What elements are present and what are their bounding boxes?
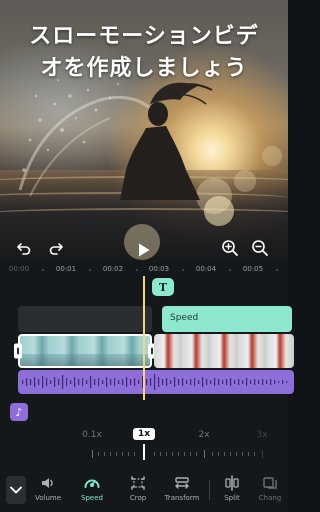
slider-tick <box>104 452 105 456</box>
headline-line-2: オを作成しましょう <box>40 56 248 81</box>
speed-slider-thumb[interactable] <box>143 444 145 460</box>
speed-option[interactable]: 3x <box>256 430 267 440</box>
undo-icon[interactable] <box>14 238 34 258</box>
ruler-tick: 00:01 <box>55 265 77 273</box>
slider-tick <box>190 452 191 456</box>
transform-icon <box>160 474 204 492</box>
speed-option[interactable]: 0.1x <box>82 430 102 440</box>
ruler-dot <box>182 269 184 271</box>
chevron-down-icon[interactable] <box>6 476 26 504</box>
slider-tick <box>110 452 111 456</box>
timeline-tracks[interactable]: T Speed ♪ <box>0 276 294 426</box>
ruler-dot <box>276 269 278 271</box>
speed-clip-label: Speed <box>170 313 199 323</box>
redo-icon[interactable] <box>46 238 66 258</box>
zoom-in-icon[interactable] <box>220 238 240 258</box>
slider-tick <box>212 452 213 456</box>
slider-tick <box>92 450 93 458</box>
slider-tick <box>116 452 117 456</box>
trim-handle-left[interactable] <box>14 343 22 359</box>
tool-split[interactable]: Split <box>210 474 254 502</box>
ruler-tick: 00:02 <box>102 265 124 273</box>
play-icon[interactable] <box>134 240 154 260</box>
timeline-ruler[interactable]: 00:00 00:01 00:02 00:03 00:04 00:05 <box>0 262 288 276</box>
slider-tick <box>248 452 249 456</box>
split-icon <box>210 474 254 492</box>
speed-slider[interactable]: 0.1x 1x 2x 3x <box>0 426 288 468</box>
clip-frames-shade <box>20 354 150 366</box>
playhead[interactable] <box>143 276 145 400</box>
slider-tick <box>160 452 161 456</box>
slider-tick <box>98 452 99 456</box>
change-icon <box>252 474 288 492</box>
slider-tick <box>178 452 179 456</box>
ruler-dot <box>136 269 138 271</box>
tool-label: Volume <box>34 494 62 502</box>
audio-track[interactable] <box>18 370 294 394</box>
ruler-dot <box>229 269 231 271</box>
ruler-dot <box>42 269 44 271</box>
tool-crop[interactable]: Crop <box>116 474 160 502</box>
slider-tick <box>154 452 155 456</box>
slider-tick <box>172 452 173 456</box>
audio-waveform <box>22 374 288 390</box>
ruler-tick: 00:04 <box>195 265 217 273</box>
speed-clip[interactable]: Speed <box>162 306 292 332</box>
headline-line-1: スローモーションビデ <box>29 24 259 49</box>
tool-volume[interactable]: Volume <box>26 474 70 502</box>
slider-tick <box>166 452 167 456</box>
tool-label: Chang <box>258 494 282 502</box>
speed-option[interactable]: 2x <box>198 430 209 440</box>
tool-transform[interactable]: Transform <box>160 474 204 502</box>
zoom-out-icon[interactable] <box>250 238 270 258</box>
tool-label: Split <box>224 494 240 502</box>
slider-tick <box>204 450 205 458</box>
speedometer-icon <box>70 474 114 492</box>
speed-selected-badge[interactable]: 1x <box>132 428 156 440</box>
empty-lane <box>18 306 152 332</box>
ruler-dot <box>89 269 91 271</box>
slider-tick <box>224 452 225 456</box>
audio-marker[interactable]: ♪ <box>10 403 28 421</box>
slider-tick <box>236 452 237 456</box>
slider-tick <box>242 452 243 456</box>
ruler-tick: 00:05 <box>242 265 264 273</box>
slider-tick <box>196 452 197 456</box>
tool-label: Speed <box>81 494 103 502</box>
video-preview[interactable]: スローモーションビデ オを作成しましょう <box>0 0 288 262</box>
tool-change[interactable]: Chang <box>252 474 288 502</box>
crop-icon <box>116 474 160 492</box>
slider-tick <box>128 452 129 456</box>
ruler-tick: 00:00 <box>8 265 30 273</box>
video-clip[interactable] <box>154 334 294 368</box>
volume-icon <box>26 474 70 492</box>
slider-tick <box>184 452 185 456</box>
speed-ticks <box>0 444 288 460</box>
slider-tick <box>230 452 231 456</box>
tool-speed[interactable]: Speed <box>70 474 114 502</box>
video-clip-selected[interactable] <box>18 334 152 368</box>
slider-tick <box>134 452 135 456</box>
ruler-tick: 00:03 <box>148 265 170 273</box>
bottom-toolbar: Volume Speed Crop Transform Split Chang <box>0 468 288 512</box>
slider-tick <box>262 450 263 458</box>
slider-tick <box>254 452 255 456</box>
slider-tick <box>218 452 219 456</box>
tool-label: Crop <box>129 494 147 502</box>
slider-tick <box>122 452 123 456</box>
text-marker[interactable]: T <box>152 278 174 296</box>
tool-label: Transform <box>164 494 200 502</box>
